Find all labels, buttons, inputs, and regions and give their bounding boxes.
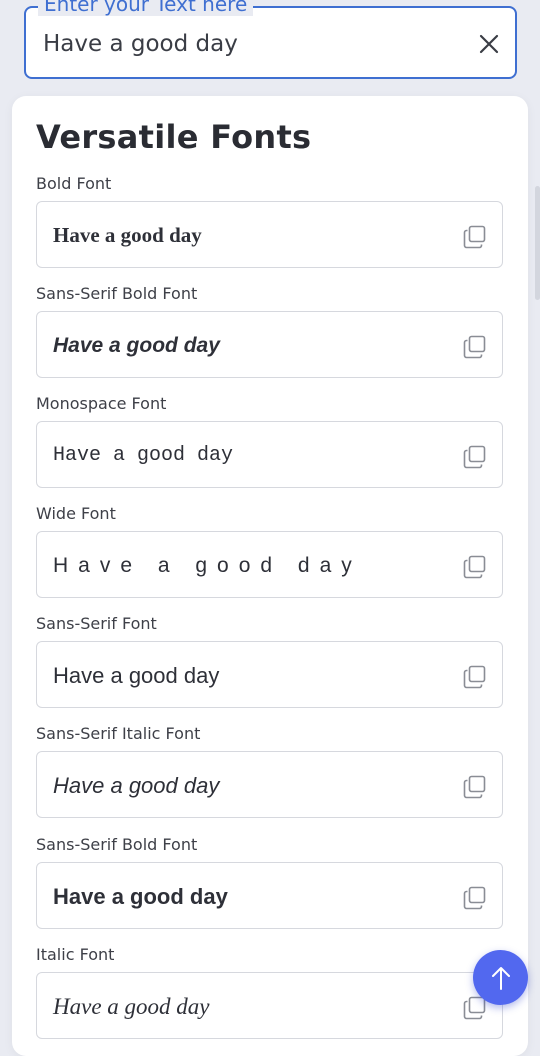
font-sample: Have a good day (53, 884, 228, 909)
font-sample: Have a good day (53, 773, 220, 798)
font-label-sans-serif-italic: Sans-Serif Italic Font (36, 724, 201, 743)
arrow-up-icon (492, 967, 510, 990)
copy-icon[interactable] (462, 444, 488, 470)
clear-button[interactable] (477, 32, 501, 56)
font-label-wide: Wide Font (36, 504, 116, 523)
section-title: Versatile Fonts (36, 118, 312, 156)
font-sample: Have a good day (53, 554, 362, 577)
copy-icon[interactable] (462, 334, 488, 360)
copy-icon[interactable] (462, 224, 488, 250)
font-box-sans-serif[interactable]: Have a good day (36, 641, 503, 708)
input-area: Enter your Text here (0, 0, 540, 96)
font-label-sans-serif: Sans-Serif Font (36, 614, 157, 633)
font-box-sans-serif-bold-2[interactable]: Have a good day (36, 862, 503, 929)
font-box-monospace[interactable]: Have a good day (36, 421, 503, 488)
scrollbar[interactable] (535, 186, 540, 300)
text-input[interactable] (43, 22, 443, 66)
text-input-container[interactable]: Enter your Text here (24, 0, 517, 79)
copy-icon[interactable] (462, 664, 488, 690)
font-label-italic: Italic Font (36, 945, 115, 964)
copy-icon[interactable] (462, 885, 488, 911)
scroll-to-top-button[interactable] (473, 950, 528, 1005)
font-sample: Have a good day (53, 663, 220, 688)
copy-icon[interactable] (462, 774, 488, 800)
font-sample: Have a good day (53, 444, 234, 467)
font-label-sans-serif-bold: Sans-Serif Bold Font (36, 284, 198, 303)
font-sample: Have a good day (53, 334, 220, 357)
font-box-sans-serif-italic[interactable]: Have a good day (36, 751, 503, 818)
versatile-fonts-card: Versatile Fonts Bold Font Have a good da… (12, 96, 528, 1056)
input-legend: Enter your Text here (38, 0, 254, 16)
font-box-sans-serif-bold[interactable]: Have a good day (36, 311, 503, 378)
copy-icon[interactable] (462, 554, 488, 580)
font-label-monospace: Monospace Font (36, 394, 167, 413)
font-label-bold: Bold Font (36, 174, 112, 193)
close-icon[interactable] (477, 32, 501, 56)
font-box-bold[interactable]: Have a good day (36, 201, 503, 268)
font-label-sans-serif-bold-2: Sans-Serif Bold Font (36, 835, 198, 854)
font-sample: Have a good day (53, 223, 202, 247)
font-box-italic[interactable]: Have a good day (36, 972, 503, 1039)
font-box-wide[interactable]: Have a good day (36, 531, 503, 598)
